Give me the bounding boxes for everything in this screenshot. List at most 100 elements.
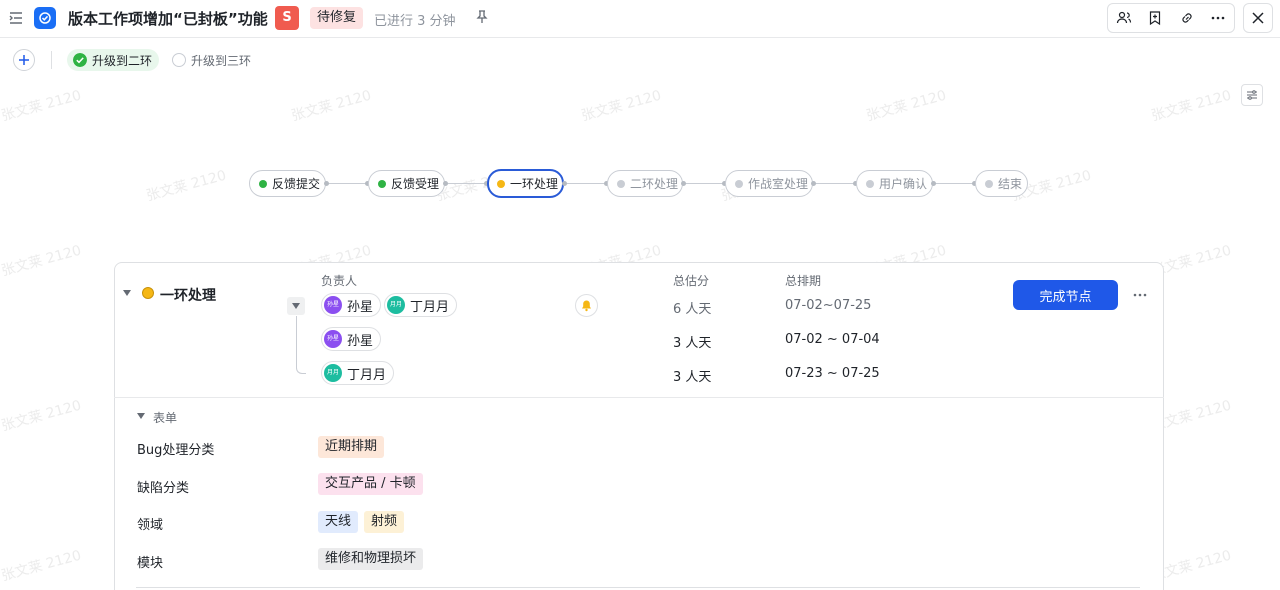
form-collapse-toggle[interactable] (137, 413, 145, 419)
field-tag[interactable]: 交互产品 / 卡顿 (318, 473, 423, 495)
total-schedule: 07-02~07-25 (785, 298, 872, 313)
workflow-status-dot (985, 179, 993, 188)
chevron-down-icon (292, 303, 300, 309)
form-divider (136, 587, 1140, 588)
workflow-connector-dot (681, 181, 686, 186)
watermark-text: 张文莱 2120 (579, 87, 664, 125)
owner-chip[interactable]: 孙星 孙星 (321, 327, 382, 351)
workflow-node-label: 反馈受理 (391, 177, 440, 191)
members-button[interactable] (1108, 4, 1140, 32)
field-tag[interactable]: 射频 (364, 511, 405, 533)
field-tag[interactable]: 维修和物理损坏 (318, 548, 424, 570)
field-tag[interactable]: 天线 (318, 511, 359, 533)
node-title: 一环处理 (160, 288, 216, 304)
workflow-node-label: 反馈提交 (272, 177, 321, 191)
close-icon (1252, 12, 1264, 24)
upgrade-level3-chip[interactable]: 升级到三环 (172, 49, 251, 71)
field-label: 领域 (137, 518, 164, 533)
owner-name: 丁月月 (410, 299, 450, 315)
owner-chip[interactable]: 月月 丁月月 (384, 293, 458, 317)
complete-node-button[interactable]: 完成节点 (1013, 280, 1118, 310)
owner-column-header: 负责人 (321, 274, 358, 288)
remind-button[interactable] (575, 294, 598, 317)
status-badge[interactable]: 待修复 (310, 7, 364, 29)
node-collapse-toggle[interactable] (123, 290, 131, 296)
bookmark-button[interactable] (1140, 4, 1172, 32)
header-actions (1107, 3, 1235, 33)
workflow-connector-dot (443, 181, 448, 186)
workflow-connector (445, 183, 487, 184)
estimate-column-header: 总估分 (673, 274, 710, 288)
avatar: 月月 (387, 296, 405, 314)
node-card (114, 262, 1164, 590)
bell-icon (582, 300, 591, 312)
header-bar: 版本工作项增加“已封板”功能 S 待修复 已进行 3 分钟 (0, 0, 1280, 38)
page-title: 版本工作项增加“已封板”功能 (68, 10, 268, 28)
owner-chip[interactable]: 孙星 孙星 (321, 293, 382, 317)
owner-chip[interactable]: 月月 丁月月 (321, 361, 395, 385)
workflow-connector (326, 183, 368, 184)
copy-link-button[interactable] (1171, 4, 1203, 32)
workflow-connector (933, 183, 975, 184)
workflow-connector (683, 183, 725, 184)
node-status-dot (142, 287, 154, 299)
sidebar-toggle-icon[interactable] (8, 10, 24, 26)
avatar: 孙星 (324, 296, 342, 314)
toolbar-divider (51, 51, 52, 69)
owner-name: 孙星 (347, 333, 374, 349)
field-label: 模块 (137, 556, 164, 571)
row-schedule[interactable]: 07-02 ~ 07-04 (785, 332, 880, 347)
view-settings-button[interactable] (1241, 84, 1263, 106)
workflow-node-level1-process[interactable]: 一环处理 (487, 169, 564, 198)
settings-sliders-icon (1247, 90, 1257, 100)
upgrade-level2-chip[interactable]: 升级到二环 (67, 49, 160, 71)
row-schedule[interactable]: 07-23 ~ 07-25 (785, 366, 880, 381)
elapsed-time: 已进行 3 分钟 (374, 14, 456, 29)
workflow-connector-dot (562, 181, 567, 186)
workflow-status-dot (259, 179, 267, 188)
total-estimate: 6 人天 (673, 302, 712, 317)
workflow-node-user-confirm[interactable]: 用户确认 (856, 170, 933, 197)
owner-name: 丁月月 (347, 367, 387, 383)
field-label: 缺陷分类 (137, 481, 190, 496)
severity-badge[interactable]: S (275, 6, 299, 30)
more-actions-button[interactable] (1203, 4, 1235, 32)
workflow-node-end[interactable]: 结束 (975, 170, 1028, 197)
workflow-status-dot (735, 179, 743, 188)
owners-expand-button[interactable] (287, 297, 305, 315)
workflow-node-label: 结束 (998, 177, 1023, 191)
workflow-node-level2-process[interactable]: 二环处理 (607, 170, 683, 197)
schedule-column-header: 总排期 (785, 274, 822, 288)
pin-icon[interactable] (474, 9, 490, 25)
avatar: 月月 (324, 364, 342, 382)
field-tag[interactable]: 近期排期 (318, 436, 385, 458)
node-more-button[interactable] (1128, 284, 1152, 306)
workflow-node-feedback-submit[interactable]: 反馈提交 (249, 170, 326, 197)
workflow-connector-dot (931, 181, 936, 186)
row-estimate[interactable]: 3 人天 (673, 366, 711, 385)
upgrade-level3-label: 升级到三环 (191, 53, 252, 68)
workflow-connector (564, 183, 607, 184)
owner-name: 孙星 (347, 299, 374, 315)
upgrade-level2-label: 升级到二环 (92, 53, 153, 68)
more-icon (1133, 293, 1147, 297)
field-label: Bug处理分类 (137, 443, 215, 458)
members-icon (1116, 11, 1131, 24)
link-icon (1182, 13, 1192, 23)
workflow-node-war-room-process[interactable]: 作战室处理 (725, 170, 813, 197)
watermark-text: 张文莱 2120 (1149, 87, 1234, 125)
watermark-text: 张文莱 2120 (864, 87, 949, 125)
workflow-connector (813, 183, 856, 184)
plus-icon (19, 55, 29, 65)
watermark-text: 张文莱 2120 (0, 87, 84, 125)
workflow-connector-dot (811, 181, 816, 186)
workflow-node-feedback-accept[interactable]: 反馈受理 (368, 170, 445, 197)
more-icon (1211, 16, 1225, 20)
row-estimate[interactable]: 3 人天 (673, 332, 711, 351)
check-circle-icon (73, 53, 87, 67)
watermark-text: 张文莱 2120 (144, 167, 229, 205)
add-button[interactable] (13, 49, 35, 71)
close-button[interactable] (1243, 3, 1273, 33)
workflow-node-label: 一环处理 (510, 177, 559, 191)
workflow-node-label: 二环处理 (630, 177, 679, 191)
